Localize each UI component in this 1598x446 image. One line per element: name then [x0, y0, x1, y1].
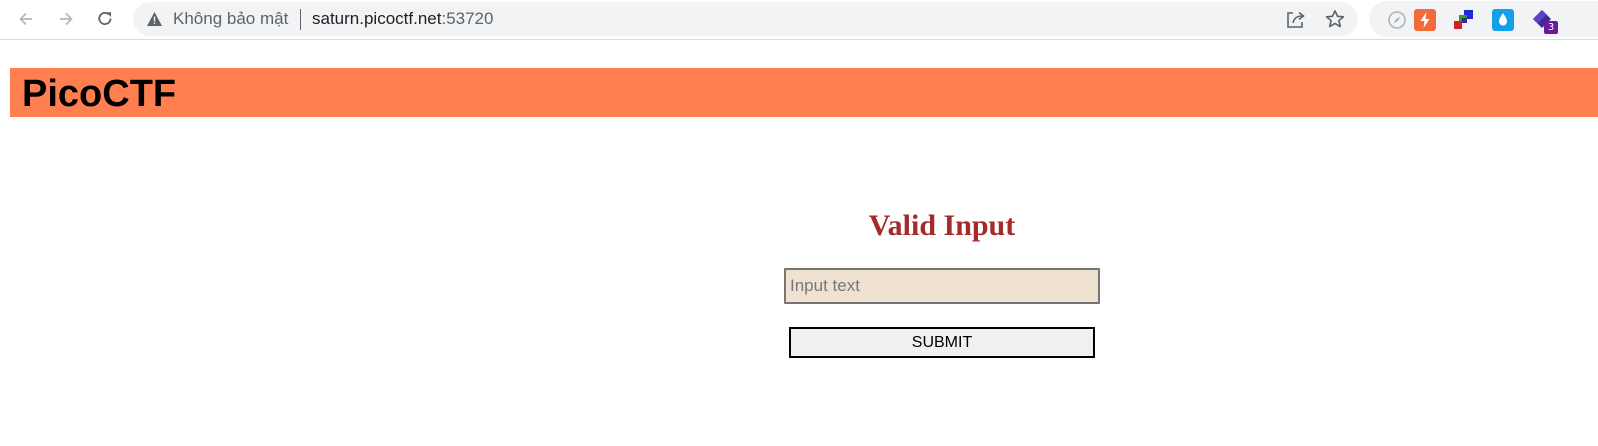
squares-extension[interactable] — [1453, 9, 1475, 31]
url-text[interactable]: saturn.picoctf.net:53720 — [312, 9, 493, 29]
share-icon[interactable] — [1285, 9, 1307, 29]
text-input[interactable] — [784, 268, 1100, 304]
address-bar-divider — [300, 9, 301, 30]
forward-arrow-icon — [60, 12, 73, 26]
reload-button[interactable] — [91, 5, 119, 33]
url-host: saturn.picoctf.net — [312, 9, 442, 28]
reload-icon — [98, 12, 112, 25]
submit-button[interactable]: SUBMIT — [789, 327, 1095, 358]
compass-icon — [1388, 11, 1406, 29]
back-arrow-icon — [19, 12, 32, 26]
forward-button[interactable] — [52, 5, 80, 33]
url-port: :53720 — [441, 9, 494, 28]
back-button[interactable] — [12, 5, 40, 33]
diamond-extension[interactable]: 3 — [1531, 9, 1558, 34]
site-title: PicoCTF — [22, 73, 177, 115]
warning-icon[interactable] — [146, 11, 163, 27]
star-icon[interactable] — [1325, 9, 1345, 29]
extensions-area: 3 — [1369, 1, 1598, 37]
browser-toolbar: Không bảo mật saturn.picoctf.net:53720 3 — [0, 0, 1598, 40]
squares-icon — [1454, 10, 1473, 29]
drop-icon — [1492, 9, 1514, 31]
address-bar[interactable]: Không bảo mật saturn.picoctf.net:53720 — [133, 2, 1358, 36]
drop-extension[interactable] — [1492, 9, 1514, 31]
form-heading: Valid Input — [868, 209, 1016, 242]
site-header: PicoCTF — [10, 68, 1598, 117]
compass-extension[interactable] — [1386, 9, 1408, 31]
security-status-label[interactable]: Không bảo mật — [173, 9, 288, 29]
extension-badge-count: 3 — [1544, 21, 1558, 34]
bolt-extension[interactable] — [1414, 9, 1436, 31]
bolt-icon — [1414, 9, 1436, 31]
